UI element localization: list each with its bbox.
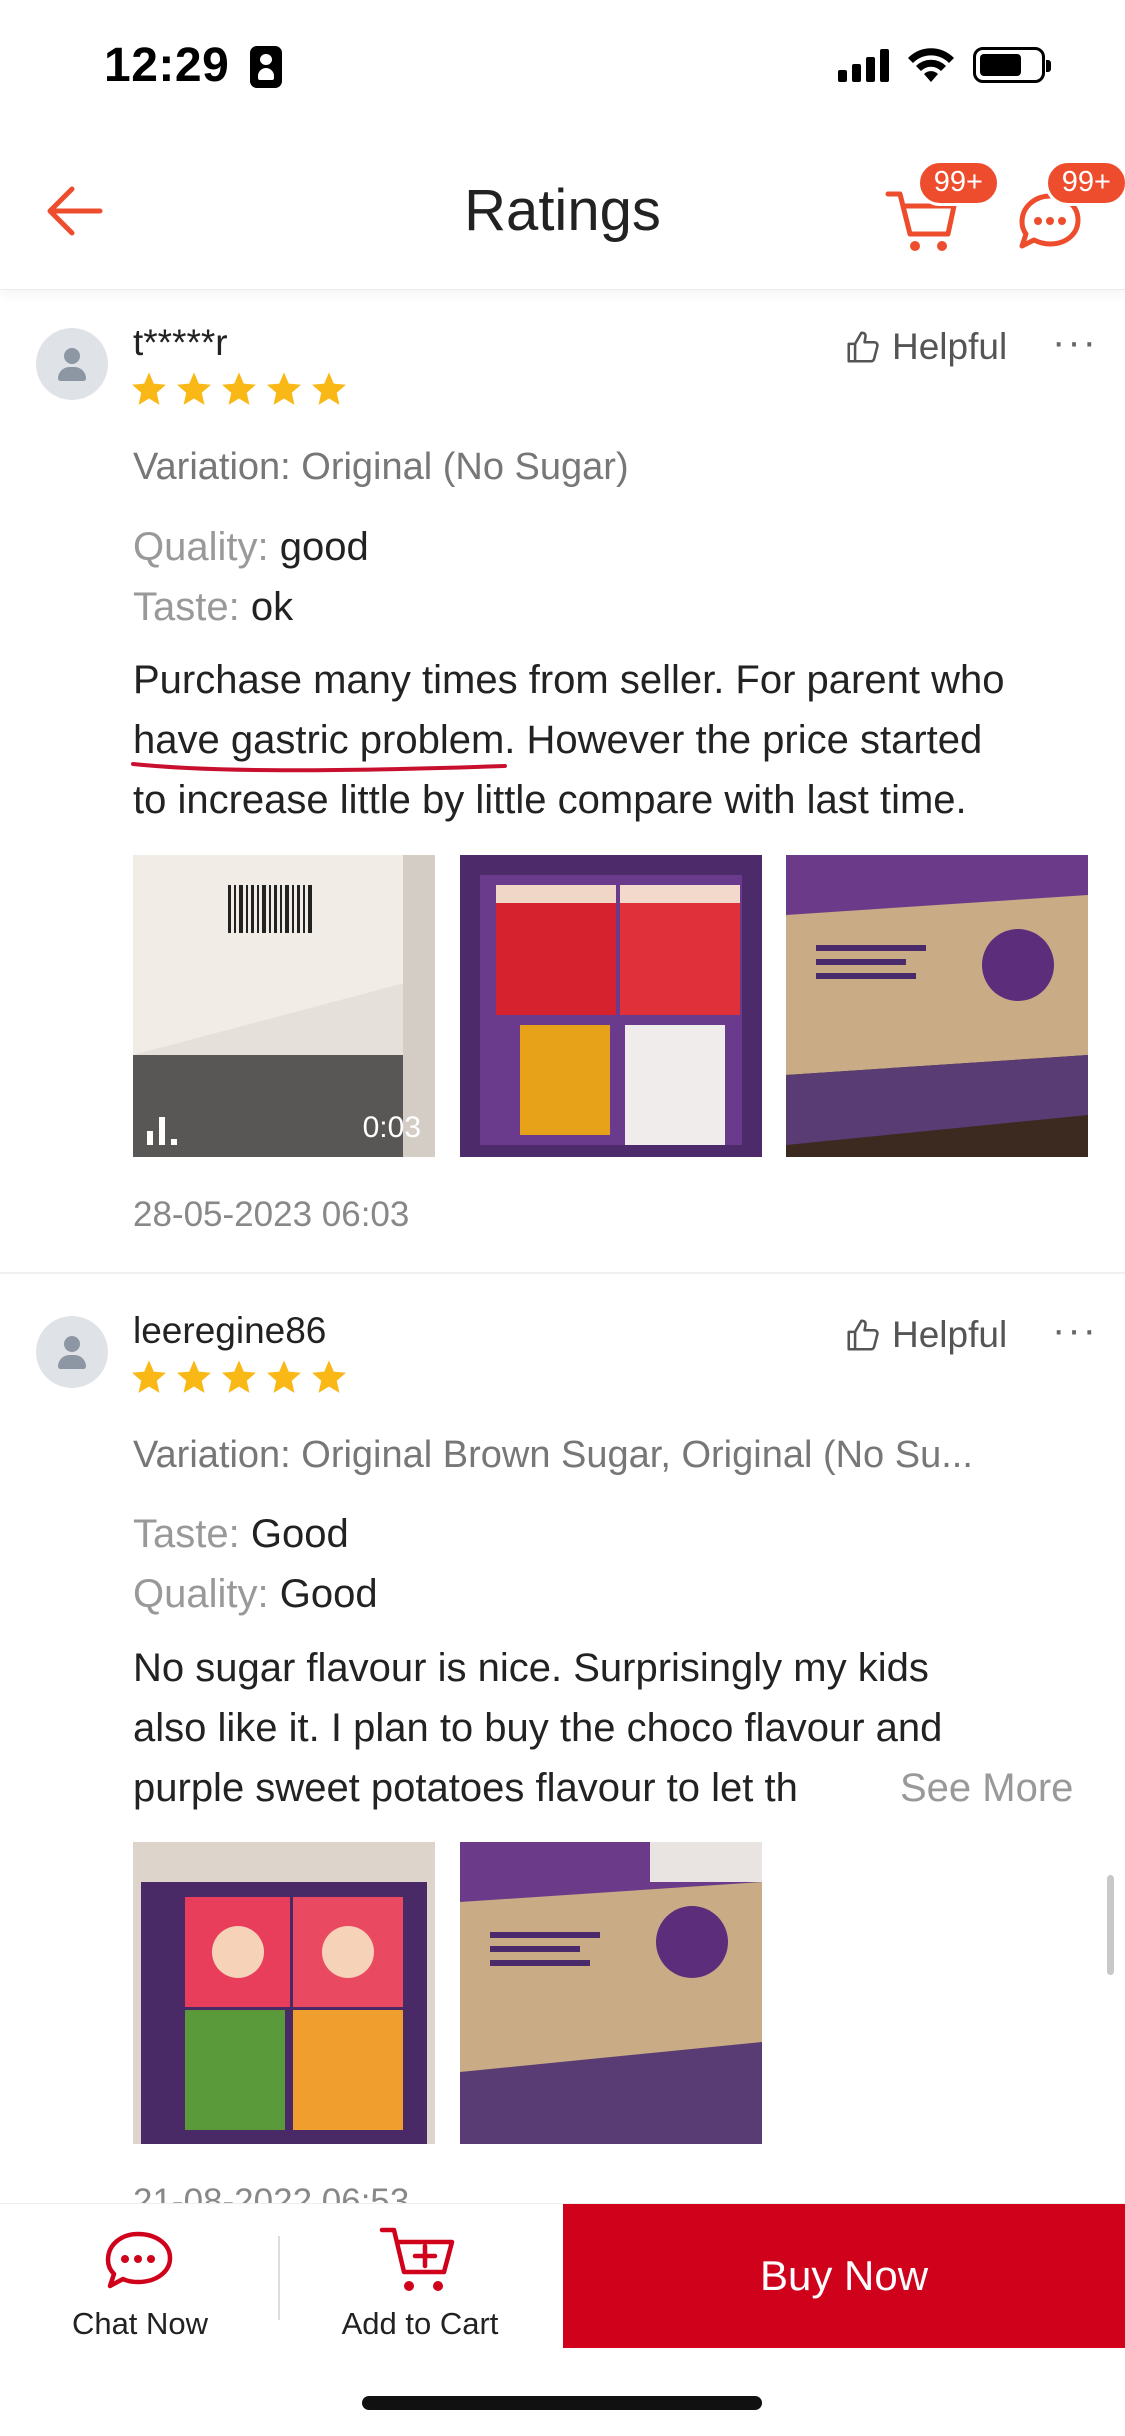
home-indicator[interactable] [362, 2396, 762, 2410]
comment-line: also like it. I plan to buy the choco fl… [133, 1706, 943, 1750]
product-boxes-image [133, 1842, 435, 2144]
star-icon [312, 372, 346, 405]
reviewer-name: t*****r [133, 322, 228, 363]
review-attribute: Quality: Good [133, 1572, 378, 1617]
comment-line: to increase little by little compare wit… [133, 778, 967, 822]
star-icon [177, 1360, 211, 1393]
avatar[interactable] [36, 328, 108, 400]
shipping-box-image [786, 855, 1088, 1157]
review-photo[interactable] [460, 1842, 762, 2144]
orientation-lock-icon [250, 46, 282, 88]
review-comment: Purchase many times from seller. For par… [133, 650, 1083, 830]
wifi-icon [908, 48, 954, 82]
cart-count-badge: 99+ [916, 160, 1000, 206]
review-attribute: Taste: Good [133, 1512, 349, 1557]
star-icon [267, 372, 301, 405]
video-duration: 0:03 [362, 1111, 421, 1144]
reviewer-name: leeregine86 [133, 1310, 327, 1351]
status-bar: 12:29 [0, 0, 1125, 135]
top-header: Ratings 99+ 99+ [0, 135, 1125, 290]
helpful-label: Helpful [892, 1314, 1008, 1355]
chat-icon [105, 2231, 173, 2289]
star-icon [312, 1360, 346, 1393]
product-boxes-image [460, 855, 762, 1157]
chat-count-badge: 99+ [1044, 160, 1125, 206]
underline-annotation [131, 762, 507, 773]
star-icon [132, 372, 166, 405]
review-divider [0, 1272, 1125, 1274]
buy-now-button[interactable]: Buy Now [563, 2204, 1125, 2348]
review-photo[interactable] [460, 855, 762, 1157]
helpful-label: Helpful [892, 326, 1008, 367]
attribute-value: ok [250, 585, 294, 629]
review-attribute: Quality: good [133, 525, 369, 570]
see-more-link[interactable]: See More [860, 1758, 1074, 1818]
attribute-key: Quality: [133, 525, 269, 569]
chat-button[interactable]: 99+ [1010, 160, 1125, 258]
review-video-thumbnail[interactable]: 0:03 [133, 855, 435, 1157]
attribute-key: Taste: [133, 1512, 240, 1556]
add-to-cart-label: Add to Cart [341, 2306, 499, 2341]
status-time: 12:29 [104, 39, 230, 92]
helpful-button[interactable]: Helpful [844, 1314, 1007, 1356]
attribute-value: good [279, 525, 369, 569]
comment-line: No sugar flavour is nice. Surprisingly m… [133, 1646, 929, 1690]
video-play-icon [147, 1117, 177, 1145]
review-attribute: Taste: ok [133, 585, 293, 630]
attribute-key: Taste: [133, 585, 240, 629]
star-icon [267, 1360, 301, 1393]
rating-stars [130, 370, 348, 408]
cart-button[interactable]: 99+ [882, 160, 1000, 258]
status-indicators [838, 46, 1051, 84]
star-icon [132, 1360, 166, 1393]
cellular-signal-icon [838, 48, 889, 82]
helpful-button[interactable]: Helpful [844, 326, 1007, 368]
chat-now-button[interactable]: Chat Now [0, 2204, 280, 2346]
battery-icon [973, 47, 1051, 83]
more-options-button[interactable]: ··· [1052, 1308, 1098, 1353]
add-to-cart-button[interactable]: Add to Cart [280, 2204, 560, 2346]
star-icon [222, 1360, 256, 1393]
more-options-button[interactable]: ··· [1052, 320, 1098, 365]
attribute-key: Quality: [133, 1572, 269, 1616]
thumbs-up-icon [847, 1319, 879, 1351]
variation-text: Variation: Original Brown Sugar, Origina… [133, 1434, 973, 1476]
avatar[interactable] [36, 1316, 108, 1388]
add-cart-icon [379, 2227, 455, 2291]
scrollbar[interactable] [1107, 1875, 1114, 1975]
review-photo[interactable] [133, 1842, 435, 2144]
variation-text: Variation: Original (No Sugar) [133, 446, 629, 488]
chat-now-label: Chat Now [71, 2306, 209, 2341]
attribute-value: Good [250, 1512, 349, 1556]
thumbs-up-icon [847, 331, 879, 363]
review-photo[interactable] [786, 855, 1088, 1157]
review-timestamp: 28-05-2023 06:03 [133, 1195, 410, 1234]
star-icon [222, 372, 256, 405]
attribute-value: Good [279, 1572, 378, 1616]
star-icon [177, 372, 211, 405]
shipping-box-image [460, 1842, 762, 2144]
rating-stars [130, 1358, 348, 1396]
comment-line: Purchase many times from seller. For par… [133, 658, 1005, 702]
